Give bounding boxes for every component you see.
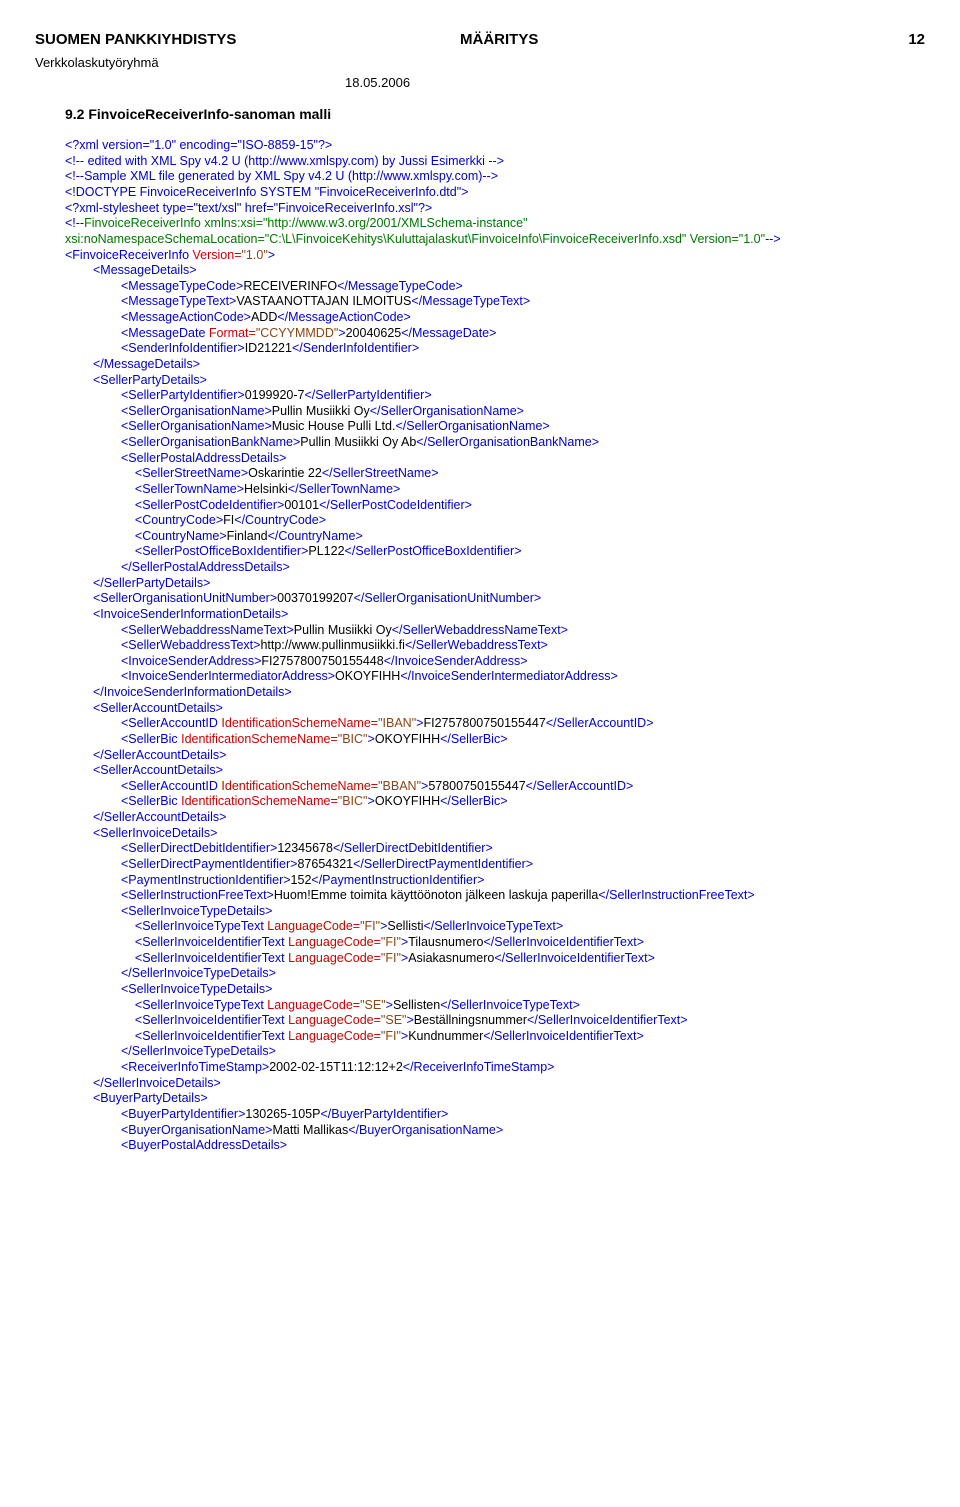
subgroup: Verkkolaskutyöryhmä	[35, 54, 925, 72]
page-number: 12	[885, 30, 925, 50]
doc-type: MÄÄRITYS	[460, 30, 885, 50]
page-header: SUOMEN PANKKIYHDISTYS MÄÄRITYS 12	[35, 30, 925, 50]
org-name: SUOMEN PANKKIYHDISTYS	[35, 30, 460, 50]
xml-sample: <?xml version="1.0" encoding="ISO-8859-1…	[65, 138, 925, 1154]
doc-date: 18.05.2006	[345, 74, 925, 92]
xml-decl: <?xml version="1.0" encoding="ISO-8859-1…	[65, 138, 332, 152]
section-title: 9.2 FinvoiceReceiverInfo-sanoman malli	[65, 105, 925, 124]
